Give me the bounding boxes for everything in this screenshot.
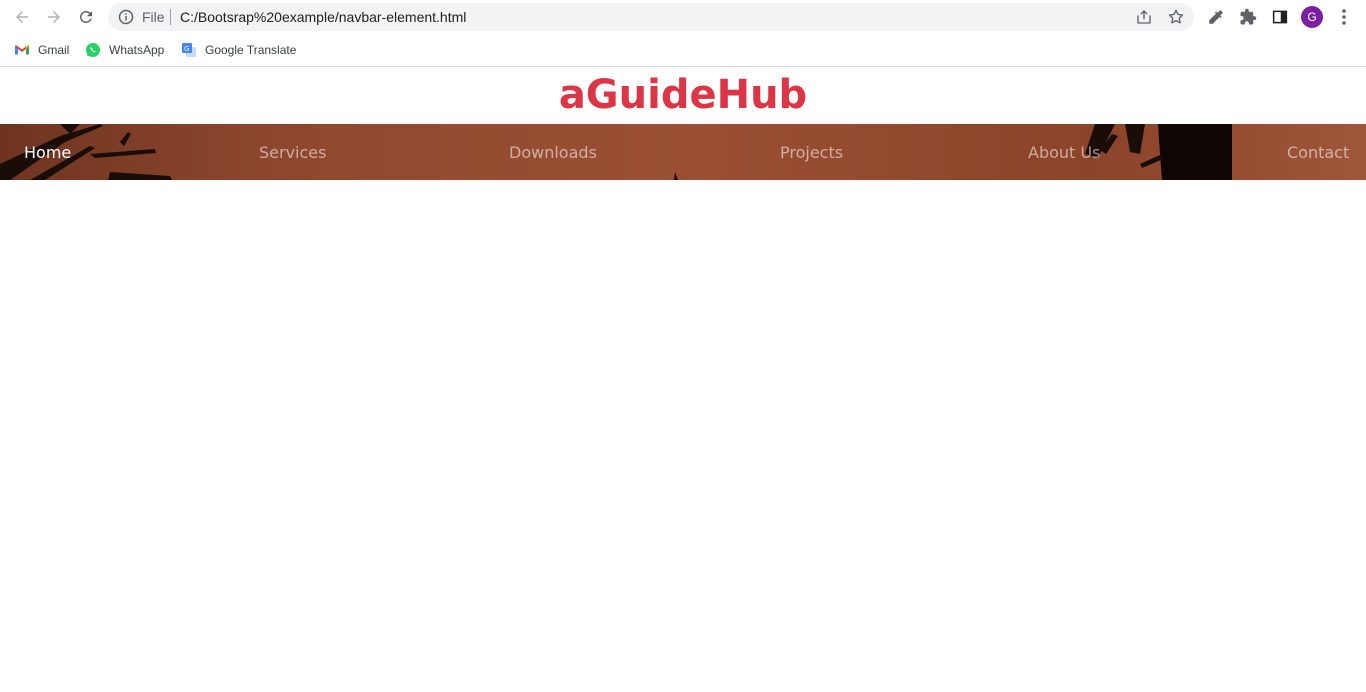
nav-link-about-us[interactable]: About Us <box>1028 143 1100 162</box>
reload-button[interactable] <box>74 5 98 29</box>
bookmark-whatsapp[interactable]: WhatsApp <box>85 41 164 59</box>
arrow-left-icon <box>16 11 28 23</box>
whatsapp-icon <box>85 42 101 58</box>
google-translate-icon: G <box>181 42 197 58</box>
star-icon[interactable] <box>1167 8 1185 26</box>
main-navbar: Home Services Downloads Projects About U… <box>0 124 1366 180</box>
back-button[interactable] <box>10 5 34 29</box>
nav-link-home[interactable]: Home <box>24 143 71 162</box>
more-vert-icon[interactable] <box>1336 8 1352 26</box>
bookmarks-bar: Gmail WhatsApp G Google Translate <box>0 34 1366 67</box>
bookmark-label: Google Translate <box>205 43 297 57</box>
page-title: aGuideHub <box>558 72 808 118</box>
bookmark-label: WhatsApp <box>109 43 165 57</box>
profile-avatar[interactable]: G <box>1301 6 1323 28</box>
arrow-right-icon <box>48 11 60 23</box>
svg-text:G: G <box>184 45 189 53</box>
nav-link-downloads[interactable]: Downloads <box>509 143 597 162</box>
share-icon[interactable] <box>1135 8 1153 26</box>
bookmark-label: Gmail <box>38 43 70 57</box>
address-bar[interactable]: File C:/Bootsrap%20example/navbar-elemen… <box>108 3 1194 31</box>
url-text[interactable]: C:/Bootsrap%20example/navbar-element.htm… <box>180 9 466 25</box>
puzzle-icon[interactable] <box>1239 8 1257 26</box>
eyedropper-icon[interactable] <box>1207 8 1225 26</box>
side-panel-icon[interactable] <box>1271 8 1289 26</box>
nav-link-contact[interactable]: Contact <box>1287 143 1349 162</box>
gmail-icon <box>14 42 30 58</box>
forward-button[interactable] <box>42 5 66 29</box>
reload-icon <box>80 11 92 23</box>
profile-initial: G <box>1307 10 1317 24</box>
file-label: File <box>142 9 165 25</box>
address-separator <box>170 9 171 25</box>
nav-link-services[interactable]: Services <box>259 143 326 162</box>
nav-link-projects[interactable]: Projects <box>780 143 843 162</box>
bookmark-gmail[interactable]: Gmail <box>14 41 69 59</box>
navbar-background-image <box>0 124 1366 180</box>
browser-toolbar: File C:/Bootsrap%20example/navbar-elemen… <box>0 0 1366 34</box>
info-icon[interactable] <box>118 9 134 25</box>
bookmark-google-translate[interactable]: G Google Translate <box>181 41 296 59</box>
